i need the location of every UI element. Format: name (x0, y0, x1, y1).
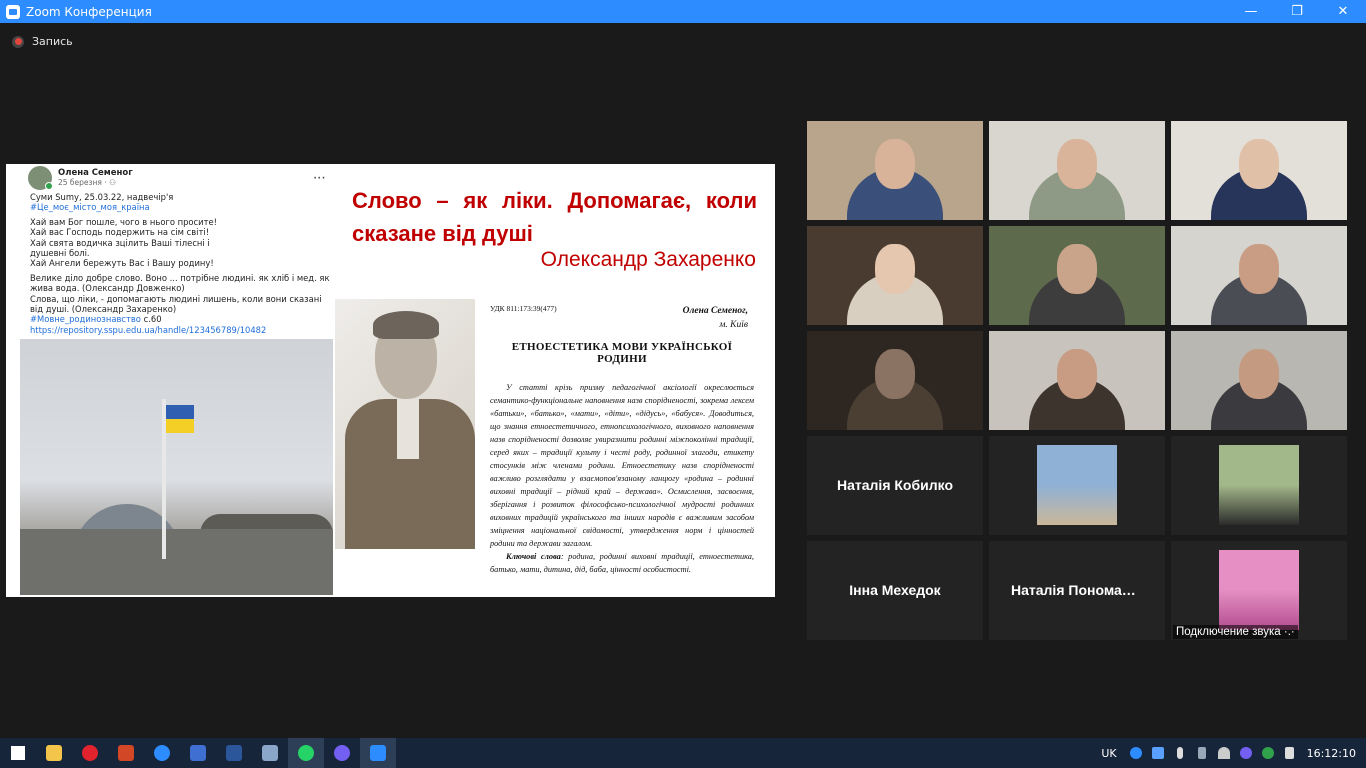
language-indicator[interactable]: UK (1101, 747, 1116, 760)
participant-name: Наталія Кобилко (837, 477, 953, 493)
camera-tray-icon[interactable] (1147, 738, 1169, 768)
article-author: Олена Семеног, м. Київ (683, 304, 748, 332)
article-excerpt: УДК 811:173:39(477) Олена Семеног, м. Ки… (490, 304, 754, 576)
file-explorer-icon[interactable] (36, 738, 72, 768)
participant-tile[interactable]: Подключение звука ·.· (1171, 541, 1347, 640)
whatsapp-icon[interactable] (288, 738, 324, 768)
facebook-post: Олена Семеног 25 березня · ⚇ ··· Суми Su… (20, 164, 340, 597)
zoom-icon (6, 4, 20, 19)
participant-tile[interactable] (807, 121, 983, 220)
title-bar: Zoom Конференция — ❐ ✕ (0, 0, 1366, 23)
participant-name: Наталія Пономаренко (1011, 582, 1162, 598)
post-paragraph: Слова, що ліки, - допомагають людині лиш… (30, 293, 322, 315)
participant-tile[interactable]: Наталія Кобилко (807, 436, 983, 535)
page-ref: с.60 (140, 314, 162, 325)
post-line: душевні болі. (30, 248, 90, 259)
word-icon[interactable] (216, 738, 252, 768)
more-options-icon[interactable]: ··· (313, 173, 326, 183)
clock[interactable]: 16:12:10 (1307, 747, 1356, 760)
slide-quote-author: Олександр Захаренко (540, 248, 756, 271)
post-line: Хай свята водичка зцілить Ваші тілесні і (30, 237, 210, 248)
opera-icon[interactable] (72, 738, 108, 768)
post-photo[interactable] (20, 339, 333, 595)
audio-status: Подключение звука ·.· (1173, 625, 1298, 639)
recording-label: Запись (32, 35, 73, 48)
avatar[interactable] (28, 166, 53, 190)
participant-tile[interactable] (989, 331, 1165, 430)
hashtag-link[interactable]: #Це_моє_місто_моя_країна (30, 202, 330, 212)
article-author-name: Олена Семеног, (682, 306, 748, 316)
profile-picture (1219, 445, 1299, 525)
restore-button[interactable]: ❐ (1274, 0, 1320, 23)
viber-icon[interactable] (324, 738, 360, 768)
post-author[interactable]: Олена Семеног (58, 168, 133, 178)
participant-tile[interactable] (1171, 331, 1347, 430)
zoom-tray-icon[interactable] (1125, 738, 1147, 768)
post-line: Хай вас Господь подержить на сім світі! (30, 227, 210, 238)
participant-tile[interactable]: Інна Мехедок (807, 541, 983, 640)
bluetooth-icon[interactable] (1191, 738, 1213, 768)
participant-name: Інна Мехедок (849, 582, 941, 598)
shared-screen: Олена Семеног 25 березня · ⚇ ··· Суми Su… (6, 164, 775, 597)
participant-tile[interactable] (1171, 226, 1347, 325)
participant-tile[interactable] (807, 331, 983, 430)
system-tray: UK 16:12:10 (1101, 738, 1366, 768)
slide-quote: Слово – як ліки. Допомагає, коли сказане… (352, 188, 757, 246)
article-keywords: Ключові слова: родина, родинні виховні т… (490, 550, 754, 576)
windows-taskbar: UK 16:12:10 (0, 738, 1366, 768)
participant-tile[interactable] (989, 436, 1165, 535)
participant-tile[interactable] (989, 121, 1165, 220)
participant-tile[interactable] (807, 226, 983, 325)
flag-icon (166, 405, 194, 419)
post-line: Хай вам Бог пошле, чого в нього просите! (30, 216, 217, 227)
start-icon[interactable] (0, 738, 36, 768)
microphone-icon[interactable] (1169, 738, 1191, 768)
keywords-label: Ключові слова (506, 552, 561, 561)
participant-tile[interactable] (1171, 436, 1347, 535)
participant-tile[interactable] (1171, 121, 1347, 220)
article-city: м. Київ (719, 320, 748, 330)
post-paragraph: Велике діло добре слово. Воно ... потріб… (30, 272, 330, 294)
author-portrait (335, 299, 475, 549)
repository-link[interactable]: https://repository.sspu.edu.ua/handle/12… (30, 325, 330, 335)
profile-picture (1037, 445, 1117, 525)
zoom-taskbar-icon[interactable] (360, 738, 396, 768)
viber-tray-icon[interactable] (1235, 738, 1257, 768)
window-title: Zoom Конференция (26, 4, 152, 19)
minimize-button[interactable]: — (1228, 0, 1274, 23)
save-icon[interactable] (180, 738, 216, 768)
profile-picture (1219, 550, 1299, 630)
participant-tile[interactable]: Наталія Пономаренко (989, 541, 1165, 640)
hashtag-link[interactable]: #Мовне_родинознавство (30, 314, 141, 324)
wifi-icon[interactable] (1213, 738, 1235, 768)
article-heading: ЕТНОЕСТЕТИКА МОВИ УКРАЇНСЬКОЇ РОДИНИ (511, 341, 733, 365)
article-abstract: У статті крізь призму педагогічної аксіо… (490, 383, 754, 548)
presentation-icon[interactable] (108, 738, 144, 768)
post-line: Хай Ангели бережуть Вас і Вашу родину! (30, 258, 214, 269)
participant-tile[interactable] (989, 226, 1165, 325)
post-date: 25 березня · ⚇ (58, 178, 116, 187)
close-button[interactable]: ✕ (1320, 0, 1366, 23)
zoom-app-icon[interactable] (144, 738, 180, 768)
shield-icon[interactable] (1257, 738, 1279, 768)
paint-icon[interactable] (252, 738, 288, 768)
record-icon (12, 35, 24, 48)
post-location: Суми Sumy, 25.03.22, надвечір'я (30, 192, 174, 202)
recording-indicator[interactable]: Запись (12, 35, 73, 48)
volume-icon[interactable] (1279, 738, 1301, 768)
